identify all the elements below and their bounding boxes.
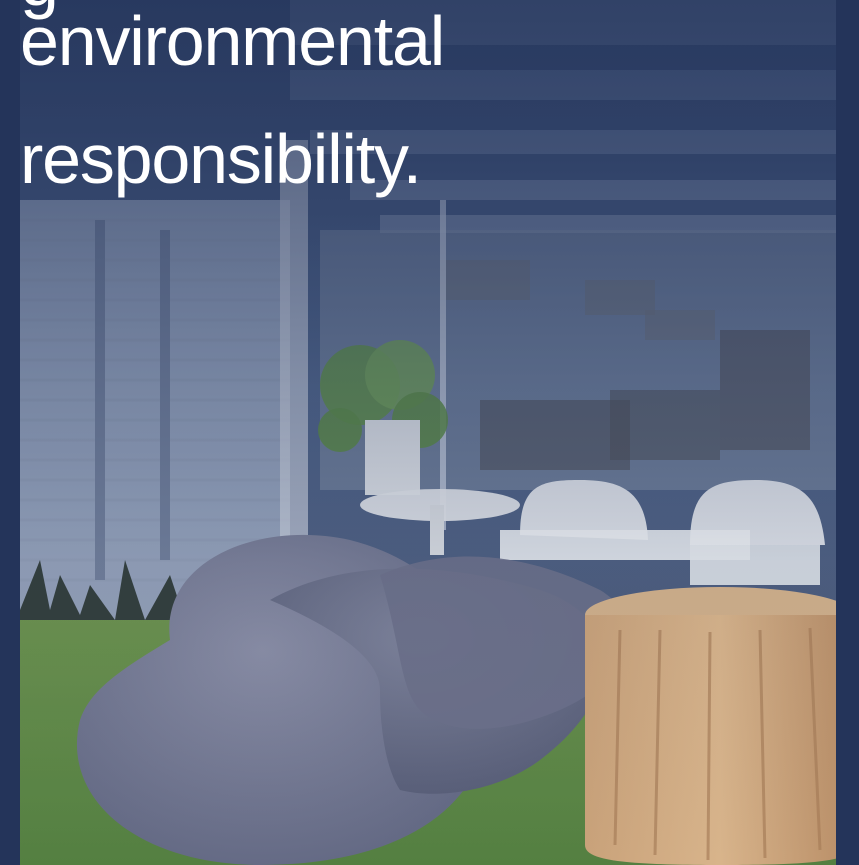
hero-headline-line-1: environmental <box>20 2 445 80</box>
hero-headline: g environmental responsibility. <box>20 0 720 218</box>
hero-section: g environmental responsibility. <box>20 0 836 865</box>
page: g environmental responsibility. <box>0 0 859 865</box>
hero-headline-line-2: responsibility. <box>20 120 422 198</box>
